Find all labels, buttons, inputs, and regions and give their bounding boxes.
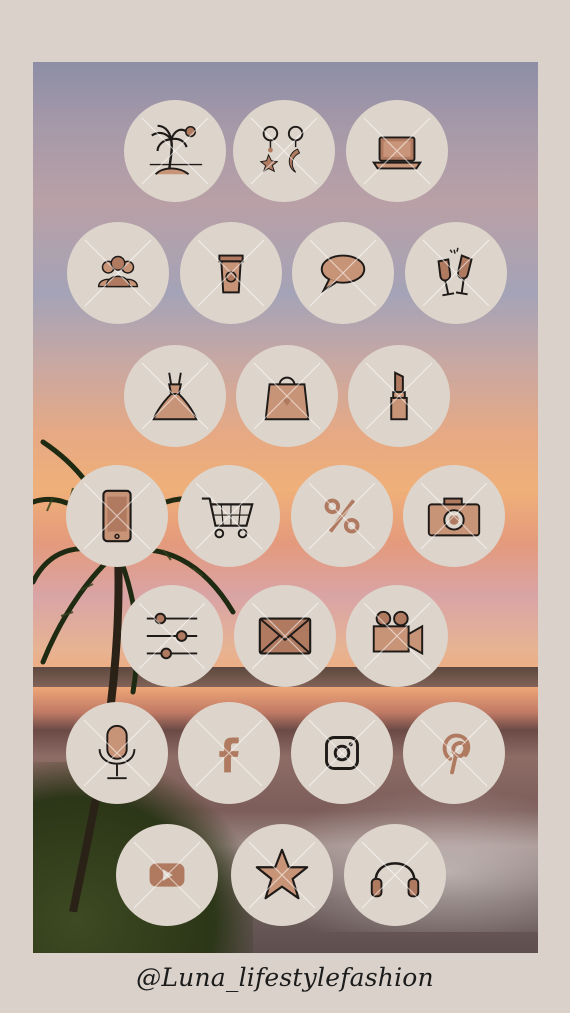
highlight-messages[interactable] — [292, 222, 394, 324]
pinterest-icon — [442, 733, 471, 775]
highlight-video[interactable] — [346, 585, 448, 687]
sliders-icon — [146, 612, 198, 660]
percent-icon — [324, 498, 360, 534]
highlight-earrings[interactable] — [233, 100, 335, 202]
account-handle: @Luna_lifestylefashion — [136, 963, 434, 992]
earrings-icon — [259, 125, 304, 173]
highlight-favorites[interactable] — [231, 824, 333, 926]
highlight-shopping-bag[interactable] — [236, 345, 338, 447]
highlight-sale[interactable] — [291, 465, 393, 567]
highlight-champagne[interactable] — [405, 222, 507, 324]
highlight-lipstick[interactable] — [348, 345, 450, 447]
coffee-cup-icon — [218, 254, 244, 294]
highlight-music[interactable] — [344, 824, 446, 926]
video-camera-icon — [372, 610, 424, 656]
highlight-podcast[interactable] — [66, 702, 168, 804]
beach-icon — [149, 124, 203, 176]
highlight-coffee[interactable] — [180, 222, 282, 324]
headphones-icon — [370, 862, 420, 898]
shopping-cart-icon — [201, 497, 254, 539]
youtube-icon — [149, 863, 185, 887]
laptop-icon — [371, 136, 423, 170]
champagne-icon — [437, 247, 473, 297]
friends-icon — [97, 255, 139, 288]
highlight-dress[interactable] — [124, 345, 226, 447]
star-icon — [255, 848, 309, 900]
highlight-youtube[interactable] — [116, 824, 218, 926]
microphone-icon — [98, 724, 136, 780]
camera-icon — [427, 497, 481, 537]
highlight-beach[interactable] — [124, 100, 226, 202]
facebook-icon — [219, 737, 239, 773]
story-highlight-grid — [0, 0, 570, 1013]
lipstick-icon — [390, 371, 408, 421]
highlight-laptop[interactable] — [346, 100, 448, 202]
speech-bubble-icon — [320, 254, 366, 294]
highlight-pinterest[interactable] — [403, 702, 505, 804]
highlight-cart[interactable] — [178, 465, 280, 567]
smartphone-icon — [102, 489, 132, 543]
highlight-camera[interactable] — [403, 465, 505, 567]
envelope-icon — [258, 617, 312, 655]
highlight-smartphone[interactable] — [66, 465, 168, 567]
highlight-instagram[interactable] — [291, 702, 393, 804]
shopping-bag-icon — [264, 376, 310, 421]
highlight-facebook[interactable] — [178, 702, 280, 804]
highlight-mail[interactable] — [234, 585, 336, 687]
highlight-settings[interactable] — [121, 585, 223, 687]
instagram-icon — [325, 736, 359, 770]
dress-icon — [152, 372, 198, 421]
highlight-friends[interactable] — [67, 222, 169, 324]
